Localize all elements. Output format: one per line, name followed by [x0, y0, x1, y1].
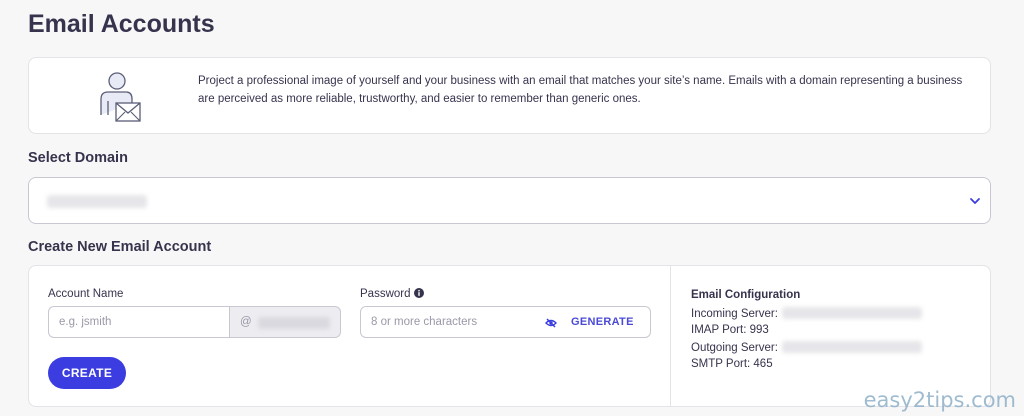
incoming-server-row: Incoming Server: [691, 307, 922, 320]
create-account-card: Account Name @ Password GENERATE CREATE … [28, 265, 991, 407]
domain-select[interactable] [28, 177, 991, 224]
at-sign: @ [240, 316, 252, 328]
watermark: easy2tips.com [863, 388, 1016, 412]
password-field: GENERATE [360, 306, 651, 338]
intro-card: Project a professional image of yourself… [28, 57, 991, 134]
create-button[interactable]: CREATE [48, 357, 126, 389]
account-name-label: Account Name [48, 288, 124, 300]
intro-description: Project a professional image of yourself… [198, 75, 963, 105]
domain-suffix: @ [229, 306, 341, 338]
outgoing-server-redacted [781, 341, 922, 353]
email-configuration-title: Email Configuration [691, 289, 801, 301]
email-configuration-panel: Email Configuration Incoming Server: IMA… [670, 266, 991, 406]
outgoing-server-label: Outgoing Server: [691, 342, 778, 354]
account-name-input[interactable] [48, 306, 229, 338]
chevron-down-icon[interactable] [968, 195, 982, 207]
info-icon[interactable] [413, 288, 424, 298]
domain-suffix-redacted [258, 317, 330, 329]
password-input[interactable] [362, 308, 532, 336]
selected-domain-redacted [47, 195, 147, 208]
generate-password-button[interactable]: GENERATE [571, 316, 634, 328]
incoming-server-label: Incoming Server: [691, 308, 778, 320]
select-domain-title: Select Domain [28, 150, 128, 166]
smtp-port: SMTP Port: 465 [691, 358, 773, 370]
outgoing-server-row: Outgoing Server: [691, 341, 922, 354]
incoming-server-redacted [781, 307, 922, 319]
user-email-icon [100, 72, 141, 122]
eye-slash-icon[interactable] [544, 316, 558, 330]
create-account-title: Create New Email Account [28, 239, 212, 255]
imap-port: IMAP Port: 993 [691, 324, 769, 336]
page-title: Email Accounts [28, 10, 215, 38]
password-label-text: Password [360, 288, 411, 300]
password-label: Password [360, 288, 424, 300]
